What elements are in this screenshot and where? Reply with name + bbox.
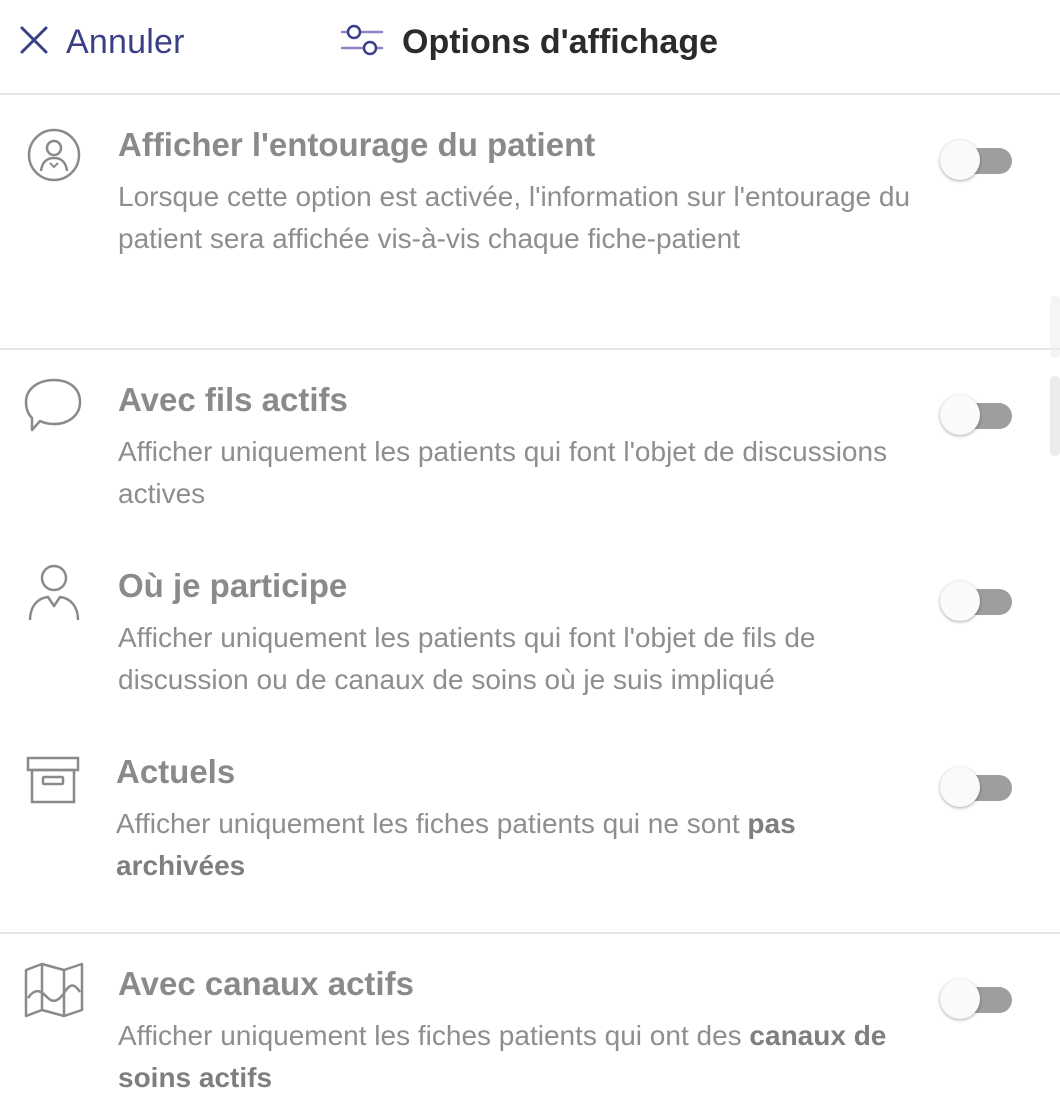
header: Annuler Options d'affichage bbox=[0, 0, 1060, 95]
description-text: Afficher uniquement les fiches patients … bbox=[118, 1020, 750, 1051]
cancel-button[interactable]: Annuler bbox=[18, 22, 185, 62]
chat-bubble-icon bbox=[22, 374, 86, 438]
option-description: Afficher uniquement les fiches patients … bbox=[116, 803, 906, 887]
scrollbar-thumb[interactable] bbox=[1050, 376, 1060, 456]
toggle-knob bbox=[940, 395, 980, 435]
close-icon bbox=[18, 24, 66, 61]
toggle-knob bbox=[940, 140, 980, 180]
option-title: Avec fils actifs bbox=[118, 381, 348, 418]
toggle-knob bbox=[940, 979, 980, 1019]
toggle-current[interactable] bbox=[940, 767, 1012, 807]
toggle-knob bbox=[940, 767, 980, 807]
cancel-label: Annuler bbox=[66, 22, 185, 61]
option-show-patient-entourage: Afficher l'entourage du patient Lorsque … bbox=[0, 95, 1060, 348]
option-title: Actuels bbox=[116, 753, 236, 790]
map-icon bbox=[22, 958, 86, 1022]
sliders-icon bbox=[340, 23, 402, 62]
option-description: Afficher uniquement les patients qui fon… bbox=[118, 622, 816, 695]
scrollbar-track[interactable] bbox=[1050, 296, 1060, 358]
archive-box-icon bbox=[22, 750, 86, 814]
option-description: Lorsque cette option est activée, l'info… bbox=[118, 181, 911, 254]
display-options-panel: Annuler Options d'affichage Afficher l'e… bbox=[0, 0, 1060, 1118]
participant-icon bbox=[22, 560, 86, 624]
page-title: Options d'affichage bbox=[402, 22, 718, 61]
option-title: Où je participe bbox=[118, 567, 348, 604]
person-circle-icon bbox=[22, 123, 86, 187]
option-current: Actuels Afficher uniquement les fiches p… bbox=[0, 722, 1060, 932]
header-title-group: Options d'affichage bbox=[340, 22, 718, 62]
toggle-knob bbox=[940, 581, 980, 621]
option-where-i-participate: Où je participe Afficher uniquement les … bbox=[0, 536, 1060, 716]
toggle-active-threads[interactable] bbox=[940, 395, 1012, 435]
option-active-threads: Avec fils actifs Afficher uniquement les… bbox=[0, 350, 1060, 530]
toggle-where-i-participate[interactable] bbox=[940, 581, 1012, 621]
option-description: Afficher uniquement les fiches patients … bbox=[118, 1015, 908, 1099]
option-title: Avec canaux actifs bbox=[118, 965, 414, 1002]
option-description: Afficher uniquement les patients qui fon… bbox=[118, 436, 888, 509]
toggle-show-patient-entourage[interactable] bbox=[940, 140, 1012, 180]
description-text: Afficher uniquement les fiches patients … bbox=[116, 808, 748, 839]
option-title: Afficher l'entourage du patient bbox=[118, 126, 596, 163]
toggle-active-channels[interactable] bbox=[940, 979, 1012, 1019]
option-active-channels: Avec canaux actifs Afficher uniquement l… bbox=[0, 934, 1060, 1118]
